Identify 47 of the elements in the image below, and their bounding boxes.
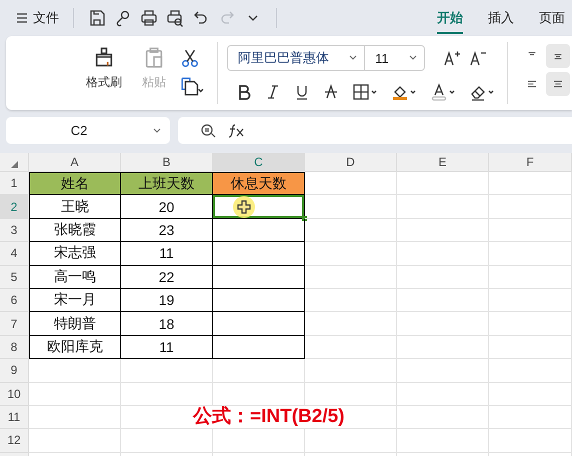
table-cell: 宋一月 (29, 288, 121, 312)
row-header[interactable]: 4 (0, 242, 29, 266)
row-header[interactable]: 5 (0, 266, 29, 289)
name-box[interactable]: C2 (6, 117, 170, 144)
font-size-dropdown[interactable]: 11 (365, 46, 424, 70)
row-header[interactable]: 10 (0, 382, 29, 406)
font-size-value: 11 (375, 50, 389, 66)
table-cell: 宋志强 (29, 242, 121, 266)
column-header[interactable]: E (397, 153, 489, 172)
table-cell: 20 (121, 195, 213, 219)
row-header[interactable]: 6 (0, 288, 29, 312)
row-header[interactable]: 2 (0, 195, 29, 219)
row-header[interactable]: 11 (0, 406, 29, 430)
row-header[interactable]: 9 (0, 359, 29, 383)
table-cell: 欧阳库克 (29, 336, 121, 360)
table-cell: 11 (121, 242, 213, 266)
table-cell: 高一鸣 (29, 266, 121, 289)
table-cell: 特朗普 (29, 312, 121, 336)
ribbon-tab[interactable]: 插入 (488, 2, 514, 34)
row-header[interactable]: 12 (0, 429, 29, 453)
column-header[interactable]: C (213, 153, 305, 172)
row-header[interactable]: 1 (0, 172, 29, 196)
row-header[interactable]: 8 (0, 336, 29, 360)
column-header[interactable]: A (29, 153, 121, 172)
table-cell: 23 (121, 218, 213, 242)
table-cell: 张晓霞 (29, 218, 121, 242)
row-header[interactable]: 7 (0, 312, 29, 336)
row-header[interactable]: 3 (0, 218, 29, 242)
table-cell: 11 (121, 336, 213, 360)
column-header[interactable]: B (121, 153, 213, 172)
table-cell: 22 (121, 266, 213, 289)
table-cell: 王晓 (29, 195, 121, 219)
column-header[interactable]: F (489, 153, 572, 172)
format-painter-button[interactable]: 格式刷 (80, 36, 128, 110)
font-family-value: 阿里巴巴普惠体 (238, 49, 330, 67)
ribbon-tab[interactable]: 开始 (437, 2, 463, 34)
table-cell: 19 (121, 288, 213, 312)
table-cell: 18 (121, 312, 213, 336)
table-header-cell: 休息天数 (213, 172, 305, 196)
table-header-cell: 上班天数 (121, 172, 213, 196)
file-menu[interactable]: 文件 (12, 9, 63, 27)
ribbon-tab[interactable]: 页面 (539, 2, 565, 34)
formula-annotation: 公式：=INT(B2/5) (121, 406, 397, 430)
table-header-cell: 姓名 (29, 172, 121, 196)
column-header[interactable]: D (305, 153, 397, 172)
font-family-dropdown[interactable]: 阿里巴巴普惠体 (228, 46, 366, 70)
cell-reference: C2 (70, 123, 88, 138)
